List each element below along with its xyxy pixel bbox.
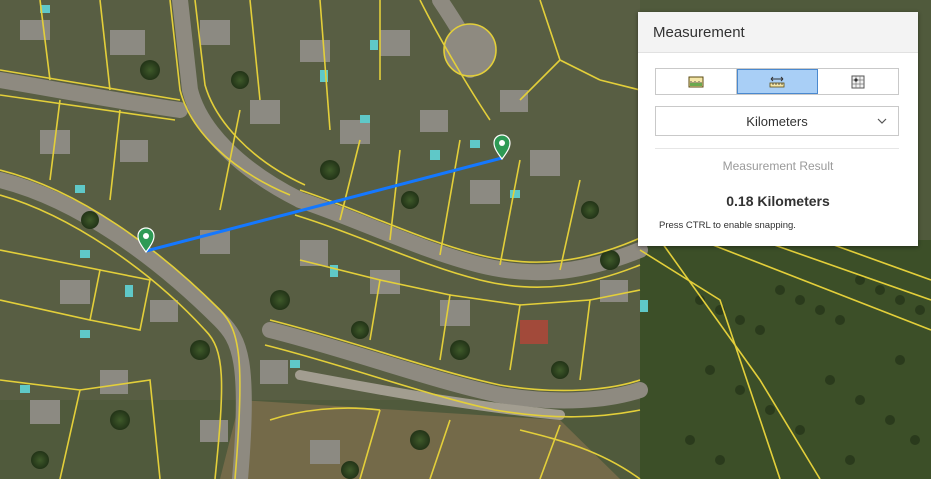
- distance-tool-button[interactable]: [737, 69, 818, 94]
- measure-tool-group: [655, 68, 899, 95]
- chevron-down-icon: [877, 118, 887, 124]
- result-label: Measurement Result: [722, 159, 834, 173]
- location-grid-icon: [851, 75, 865, 88]
- area-tool-button[interactable]: [656, 69, 737, 94]
- divider: [655, 148, 899, 149]
- result-value: 0.18 Kilometers: [726, 193, 830, 209]
- snapping-hint: Press CTRL to enable snapping.: [659, 220, 796, 231]
- location-tool-button[interactable]: [818, 69, 898, 94]
- panel-header: Measurement: [638, 12, 918, 53]
- panel-title: Measurement: [653, 23, 745, 41]
- unit-dropdown[interactable]: Kilometers: [655, 106, 899, 136]
- area-ruler-icon: [688, 76, 704, 87]
- distance-ruler-icon: [769, 76, 785, 87]
- measurement-panel: Measurement Kilometers Measurement Resul…: [638, 12, 918, 246]
- unit-selected-value: Kilometers: [746, 113, 808, 129]
